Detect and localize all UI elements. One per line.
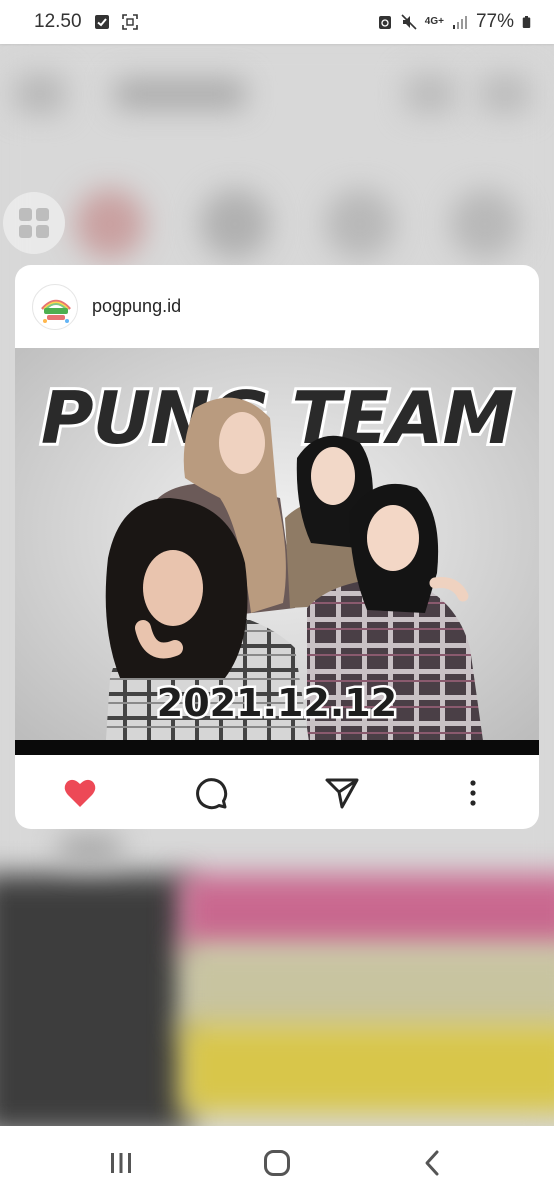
home-icon	[264, 1150, 290, 1176]
pogpung-logo-icon	[34, 285, 77, 329]
image-title-text: PUNG TEAM	[41, 376, 514, 460]
post-header: pogpung.id	[15, 265, 539, 348]
more-vertical-icon	[470, 780, 476, 806]
recycle-icon	[378, 16, 391, 29]
battery-icon	[522, 16, 531, 28]
screen: 12.50 4G+ 77% pogpung.id PUNG TEAM 2021.…	[0, 0, 554, 1200]
grid-menu-button[interactable]	[3, 192, 65, 254]
signal-icon	[452, 16, 467, 29]
username[interactable]: pogpung.id	[92, 296, 181, 317]
comment-icon	[196, 778, 228, 810]
send-icon	[325, 778, 359, 809]
grid-icon	[19, 208, 49, 238]
comment-button[interactable]	[193, 775, 229, 811]
status-time: 12.50	[34, 11, 82, 32]
checkbox-notification-icon	[94, 15, 109, 29]
status-bar: 12.50 4G+ 77%	[0, 0, 554, 44]
home-button[interactable]	[262, 1148, 292, 1178]
recents-button[interactable]	[106, 1148, 136, 1178]
like-button[interactable]	[62, 775, 98, 811]
heart-icon	[64, 779, 96, 807]
action-bar	[15, 755, 539, 829]
recents-icon	[111, 1153, 131, 1173]
share-button[interactable]	[324, 775, 360, 811]
screenshot-notification-icon	[121, 14, 138, 30]
battery-percent: 77%	[475, 11, 514, 32]
back-icon	[425, 1150, 439, 1176]
image-date-text: 2021.12.12	[157, 681, 397, 725]
more-options-button[interactable]	[455, 775, 491, 811]
post-image[interactable]: PUNG TEAM 2021.12.12	[15, 348, 539, 755]
avatar[interactable]	[32, 283, 78, 330]
mute-icon	[401, 14, 417, 30]
navigation-bar	[0, 1126, 554, 1200]
back-button[interactable]	[418, 1148, 448, 1178]
post-preview-card: pogpung.id PUNG TEAM 2021.12.12	[15, 265, 539, 829]
network-type: 4G+	[424, 16, 444, 27]
